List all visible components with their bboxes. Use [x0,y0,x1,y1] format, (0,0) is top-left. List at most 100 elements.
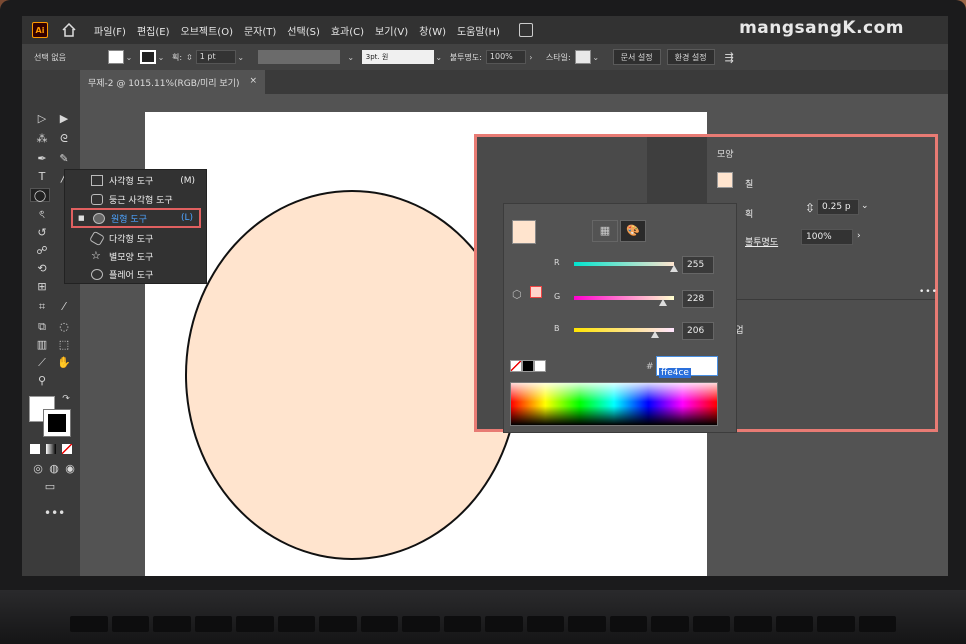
draw-mode-icon[interactable]: ◎ [30,462,46,476]
black-color-swatch[interactable] [522,360,534,372]
chevron-down-icon[interactable]: ⌄ [434,53,444,62]
hand-tool-icon[interactable]: ✋ [56,356,72,370]
out-of-gamut-swatch[interactable] [530,286,542,298]
swap-icon[interactable]: ↷ [58,392,74,406]
warp-tool-icon[interactable]: ☍ [34,244,50,258]
screen-mode-icon[interactable]: ▭ [42,480,58,494]
rotate-tool-icon[interactable]: ↺ [34,226,50,240]
menu-file[interactable]: 파일(F) [94,23,126,38]
red-track[interactable] [574,262,674,266]
flyout-polygon-tool[interactable]: 다각형 도구 [71,230,201,247]
shape-builder-icon[interactable]: ⊞ [34,280,50,294]
chevron-down-icon[interactable]: ⌄ [236,53,246,62]
hex-input[interactable]: ffe4ce [656,356,718,378]
flyout-flare-tool[interactable]: 플레어 도구 [71,266,201,283]
slice-tool-icon[interactable]: ⟋ [34,356,50,370]
chevron-down-icon[interactable]: ⌄ [861,201,869,211]
zoom-tool-icon[interactable]: ⚲ [34,374,50,388]
selection-tool-icon[interactable]: ▷ [34,112,50,126]
chevron-down-icon[interactable]: ⌄ [346,53,356,62]
more-tools-icon[interactable]: ••• [44,506,65,520]
chevron-down-icon[interactable]: ⌄ [124,53,134,62]
artboard-tool-icon[interactable]: ⬚ [56,338,72,352]
stroke-weight-field[interactable]: 1 pt [195,50,236,64]
red-value-field[interactable]: 255 [682,256,714,274]
brush-definition[interactable]: 3pt. 원 [361,50,434,64]
menu-edit[interactable]: 편집(E) [137,23,170,38]
ellipse-tool-icon[interactable]: ◯ [30,188,50,202]
menu-view[interactable]: 보기(V) [375,23,408,38]
opacity-field[interactable]: 100% [485,50,526,64]
star-icon: ☆ [91,249,101,262]
more-options-icon[interactable]: ••• [919,287,938,297]
opacity-field[interactable]: 100% [801,229,853,245]
menu-type[interactable]: 문자(T) [244,23,276,38]
flyout-rectangle-tool[interactable]: 사각형 도구 (M) [71,172,201,189]
direct-selection-tool-icon[interactable]: ▶ [56,112,72,126]
home-icon[interactable] [62,23,76,37]
curvature-tool-icon[interactable]: ✎ [56,152,72,166]
white-color-swatch[interactable] [534,360,546,372]
paintbrush-icon[interactable]: ৎ [34,208,50,222]
color-mixer-mode-icon[interactable]: 🎨 [620,220,646,242]
flyout-rounded-rectangle-tool[interactable]: 둥근 사각형 도구 [71,191,201,208]
color-spectrum[interactable] [510,382,718,426]
web-safe-cube-icon[interactable]: ⬡ [512,288,522,301]
fill-swatch[interactable] [107,50,124,64]
free-transform-icon[interactable]: ⟲ [34,262,50,276]
magic-wand-icon[interactable]: ⁂ [34,132,50,146]
document-setup-button[interactable]: 문서 설정 [612,49,661,65]
document-tab[interactable]: 무제-2 @ 1015.11%(RGB/미리 보기) × [80,70,266,94]
stepper-icon[interactable]: ⇳ [186,53,193,62]
red-slider[interactable]: R 255 [554,256,724,274]
shortcut-key: (M) [180,175,195,186]
menu-select[interactable]: 선택(S) [287,23,320,38]
lasso-icon[interactable]: ᘓ [56,132,72,146]
align-icon[interactable]: ⇶ [725,51,734,64]
chevron-right-icon[interactable]: › [526,53,536,62]
swatches-mode-icon[interactable]: ▦ [592,220,618,242]
type-tool-icon[interactable]: T [34,170,50,184]
chevron-down-icon[interactable]: ⌄ [156,53,166,62]
color-mode-icon[interactable] [30,444,40,454]
flyout-star-tool[interactable]: ☆ 별모양 도구 [71,248,201,265]
stroke-swatch[interactable] [139,50,156,64]
menu-window[interactable]: 창(W) [419,23,446,38]
draw-inside-icon[interactable]: ◉ [62,462,78,476]
chevron-right-icon[interactable]: › [857,231,861,241]
green-slider[interactable]: G 228 [554,290,724,308]
none-color-icon[interactable] [510,360,522,372]
appearance-fill-swatch[interactable] [717,172,733,188]
mesh-tool-icon[interactable]: ⌗ [34,300,50,314]
gradient-mode-icon[interactable] [46,444,56,454]
stepper-icon[interactable]: ⇳ [805,201,815,215]
pen-tool-icon[interactable]: ✒ [34,152,50,166]
eyedropper-icon[interactable]: ⁄ [56,300,72,314]
red-thumb[interactable] [670,265,678,272]
symbol-sprayer-icon[interactable]: ◌ [56,320,72,334]
close-icon[interactable]: × [249,76,257,88]
draw-behind-icon[interactable]: ◍ [46,462,62,476]
blue-slider[interactable]: B 206 [554,322,724,340]
arrange-documents-icon[interactable] [518,23,533,37]
chevron-down-icon[interactable]: ⌄ [591,53,601,62]
blue-value-field[interactable]: 206 [682,322,714,340]
graphic-style-swatch[interactable] [574,50,591,64]
menu-object[interactable]: 오브젝트(O) [181,23,233,38]
preferences-button[interactable]: 환경 설정 [666,49,715,65]
stroke-color-box[interactable] [43,409,71,437]
opacity-label[interactable]: 불투명도 [745,235,778,248]
green-thumb[interactable] [659,299,668,306]
menu-effect[interactable]: 효과(C) [331,23,364,38]
stroke-weight-field[interactable]: 0.25 p [817,199,859,215]
variable-width-profile[interactable] [257,50,340,64]
flyout-ellipse-tool[interactable]: ■ 원형 도구 (L) [71,208,201,228]
green-value-field[interactable]: 228 [682,290,714,308]
blue-track[interactable] [574,328,674,332]
none-mode-icon[interactable] [62,444,72,454]
menu-help[interactable]: 도움말(H) [457,23,500,38]
blend-tool-icon[interactable]: ⧉ [34,320,50,334]
column-graph-icon[interactable]: ▥ [34,338,50,352]
blue-thumb[interactable] [650,331,659,338]
ellipse-shape[interactable] [185,190,519,560]
